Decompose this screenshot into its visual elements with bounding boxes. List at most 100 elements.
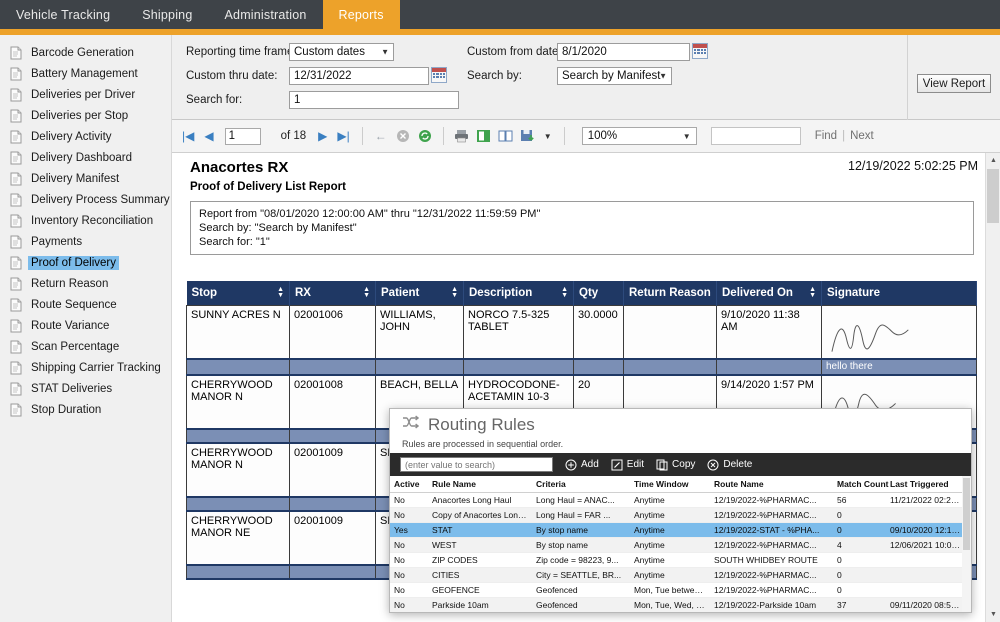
scroll-down-icon[interactable]: ▼ [986, 607, 1000, 622]
column-header-rx[interactable]: RX ▲▼ [290, 281, 376, 305]
reporting-time-frame-select[interactable]: Custom dates ▼ [289, 43, 394, 61]
rules-cell-rule-name: WEST [428, 537, 532, 552]
zoom-level-select[interactable]: 100% ▼ [582, 127, 697, 145]
sidebar-item-proof-of-delivery[interactable]: Proof of Delivery [0, 252, 171, 273]
rules-cell-route-name: 12/19/2022-%PHARMAC... [710, 492, 833, 507]
custom-from-date-input[interactable] [557, 43, 690, 61]
rules-table-row[interactable]: NoGEOFENCEGeofencedMon, Tue between ...1… [390, 582, 972, 597]
rules-column-header-time-window[interactable]: Time Window [630, 476, 710, 492]
sort-toggle-icon[interactable]: ▲▼ [363, 287, 370, 299]
sidebar-item-inventory-reconciliation[interactable]: Inventory Reconciliation [0, 210, 171, 231]
export-dropdown-icon[interactable]: ▼ [541, 132, 555, 141]
column-header-label: RX [295, 287, 311, 299]
rules-cell-time-window: Mon, Tue between ... [630, 582, 710, 597]
previous-page-button[interactable]: ◀ [201, 129, 216, 143]
sidebar-item-battery-management[interactable]: Battery Management [0, 63, 171, 84]
report-viewer-toolbar: |◀ ◀ of 18 ▶ ▶| ← ▼ 100% ▼ [172, 120, 1000, 153]
sidebar-item-label: Barcode Generation [28, 46, 137, 60]
column-header-label: Delivered On [722, 287, 793, 299]
column-header-signature[interactable]: Signature [822, 281, 977, 305]
rules-column-header-criteria[interactable]: Criteria [532, 476, 630, 492]
sort-toggle-icon[interactable]: ▲▼ [561, 287, 568, 299]
document-icon [10, 340, 22, 354]
delete-rule-button[interactable]: Delete [707, 459, 752, 471]
scrollbar-thumb[interactable] [987, 169, 999, 223]
rules-table-row[interactable]: YesSTATBy stop nameAnytime12/19/2022-STA… [390, 522, 972, 537]
rules-cell-time-window: Mon, Tue, Wed, Th... [630, 597, 710, 612]
print-layout-icon[interactable] [475, 127, 493, 145]
sidebar-item-barcode-generation[interactable]: Barcode Generation [0, 42, 171, 63]
page-setup-icon[interactable] [497, 127, 515, 145]
tab-shipping[interactable]: Shipping [126, 0, 208, 29]
column-header-description[interactable]: Description▲▼ [464, 281, 574, 305]
tab-reports[interactable]: Reports [323, 0, 400, 29]
scroll-up-icon[interactable]: ▲ [986, 153, 1000, 168]
first-page-button[interactable]: |◀ [179, 129, 197, 143]
find-next-button[interactable]: Next [850, 130, 874, 142]
sidebar-item-deliveries-per-driver[interactable]: Deliveries per Driver [0, 84, 171, 105]
tab-administration[interactable]: Administration [209, 0, 323, 29]
rules-vertical-scrollbar[interactable] [962, 476, 971, 613]
rules-scrollbar-thumb[interactable] [963, 478, 970, 550]
sidebar-item-stop-duration[interactable]: Stop Duration [0, 399, 171, 420]
custom-thru-date-calendar-icon[interactable] [431, 67, 447, 83]
rules-table-row[interactable]: NoAnacortes Long HaulLong Haul = ANAC...… [390, 492, 972, 507]
rules-column-header-rule-name[interactable]: Rule Name [428, 476, 532, 492]
sort-toggle-icon[interactable]: ▲▼ [809, 287, 816, 299]
add-rule-button[interactable]: Add [565, 459, 599, 471]
rules-column-header-match-count[interactable]: Match Count [833, 476, 886, 492]
rules-table-row[interactable]: NoCITIESCity = SEATTLE, BR...Anytime12/1… [390, 567, 972, 582]
column-header-qty[interactable]: Qty [574, 281, 624, 305]
sidebar-item-shipping-carrier-tracking[interactable]: Shipping Carrier Tracking [0, 357, 171, 378]
report-vertical-scrollbar[interactable]: ▲ ▼ [985, 153, 1000, 622]
tab-vehicle-tracking[interactable]: Vehicle Tracking [0, 0, 126, 29]
refresh-icon[interactable] [416, 127, 434, 145]
rules-column-header-active[interactable]: Active [390, 476, 428, 492]
rules-table-row[interactable]: NoWESTBy stop nameAnytime12/19/2022-%PHA… [390, 537, 972, 552]
find-button[interactable]: Find [815, 130, 837, 142]
export-save-icon[interactable] [519, 127, 537, 145]
search-for-input[interactable] [289, 91, 459, 109]
sidebar-item-return-reason[interactable]: Return Reason [0, 273, 171, 294]
sidebar-item-delivery-manifest[interactable]: Delivery Manifest [0, 168, 171, 189]
rules-cell-route-name: 12/19/2022-%PHARMAC... [710, 507, 833, 522]
sidebar-item-delivery-process-summary[interactable]: Delivery Process Summary [0, 189, 171, 210]
custom-thru-date-input[interactable] [289, 67, 429, 85]
edit-rule-button[interactable]: Edit [611, 459, 644, 471]
last-page-button[interactable]: ▶| [334, 129, 352, 143]
sidebar-item-delivery-dashboard[interactable]: Delivery Dashboard [0, 147, 171, 168]
sidebar-item-route-variance[interactable]: Route Variance [0, 315, 171, 336]
back-arrow-icon[interactable]: ← [372, 129, 390, 143]
column-header-patient[interactable]: Patient▲▼ [376, 281, 464, 305]
rules-search-input[interactable] [400, 457, 553, 472]
print-icon[interactable] [453, 127, 471, 145]
rules-table-row[interactable]: NoZIP CODESZip code = 98223, 9...Anytime… [390, 552, 972, 567]
rules-column-header-last-triggered[interactable]: Last Triggered [886, 476, 966, 492]
sidebar-item-label: STAT Deliveries [28, 382, 115, 396]
next-page-button[interactable]: ▶ [315, 129, 330, 143]
column-header-delivered-on[interactable]: Delivered On ▲▼ [717, 281, 822, 305]
table-row[interactable]: SUNNY ACRES N02001006WILLIAMS, JOHNNORCO… [187, 305, 977, 359]
column-header-stop[interactable]: Stop▲▼ [187, 281, 290, 305]
view-report-button[interactable]: View Report [917, 74, 991, 93]
sidebar-item-stat-deliveries[interactable]: STAT Deliveries [0, 378, 171, 399]
copy-rule-button[interactable]: Copy [656, 459, 695, 471]
page-number-input[interactable] [225, 128, 261, 145]
sidebar-item-payments[interactable]: Payments [0, 231, 171, 252]
search-by-select[interactable]: Search by Manifest ▼ [557, 67, 672, 85]
sidebar-item-deliveries-per-stop[interactable]: Deliveries per Stop [0, 105, 171, 126]
document-icon [10, 256, 22, 270]
sidebar-item-delivery-activity[interactable]: Delivery Activity [0, 126, 171, 147]
rules-table-row[interactable]: NoCopy of Anacortes Long ...Long Haul = … [390, 507, 972, 522]
sort-toggle-icon[interactable]: ▲▼ [451, 287, 458, 299]
column-header-return-reason[interactable]: Return Reason [624, 281, 717, 305]
sidebar-item-route-sequence[interactable]: Route Sequence [0, 294, 171, 315]
stop-icon[interactable] [394, 127, 412, 145]
find-input[interactable] [711, 127, 801, 145]
rules-table-row[interactable]: NoParkside 10amGeofencedMon, Tue, Wed, T… [390, 597, 972, 612]
sort-toggle-icon[interactable]: ▲▼ [277, 287, 284, 299]
custom-from-date-calendar-icon[interactable] [692, 43, 708, 59]
sidebar-item-scan-percentage[interactable]: Scan Percentage [0, 336, 171, 357]
rules-column-header-route-name[interactable]: Route Name [710, 476, 833, 492]
rules-cell-active: No [390, 507, 428, 522]
